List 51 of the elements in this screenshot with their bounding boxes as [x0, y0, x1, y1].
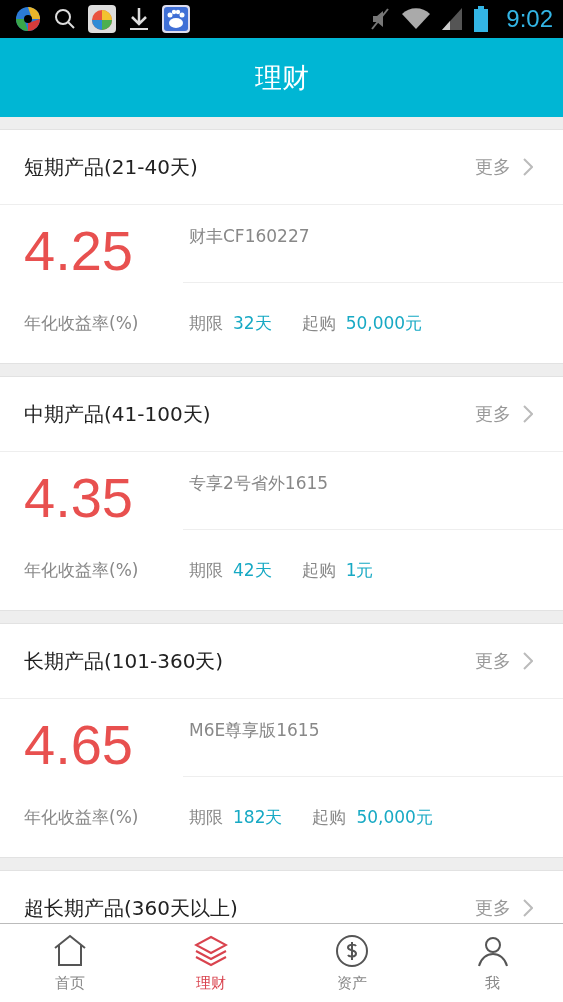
section-title: 中期产品(41-100天): [24, 400, 212, 428]
paw-icon: [162, 5, 190, 33]
minimum-label: 起购: [301, 558, 336, 582]
signal-icon: [442, 8, 463, 30]
tab-item[interactable]: 理财: [140, 924, 282, 1002]
yield-rate: 4.25: [24, 223, 134, 279]
search-icon: [54, 8, 76, 30]
yield-rate: 4.35: [24, 470, 134, 526]
app-icon: [14, 5, 42, 33]
term-label: 期限: [189, 311, 223, 335]
chevron-right-icon: [523, 652, 533, 670]
battery-icon: [474, 6, 489, 32]
section-title: 短期产品(21-40天): [24, 153, 199, 181]
more-link[interactable]: 更多: [475, 896, 533, 920]
product-name: 专享2号省外1615: [183, 452, 563, 530]
minimum-label: 起购: [301, 311, 336, 335]
tab-item[interactable]: 首页: [0, 924, 141, 1002]
section-title: 超长期产品(360天以上): [24, 894, 239, 922]
layers-icon: [194, 933, 229, 968]
app-icon: [88, 5, 116, 33]
more-link[interactable]: 更多: [475, 155, 533, 179]
section-title: 长期产品(101-360天): [24, 647, 225, 675]
download-icon: [128, 6, 150, 32]
term-value: 32天: [233, 311, 272, 335]
chevron-right-icon: [523, 158, 533, 176]
page-title: 理财: [254, 60, 309, 95]
tab-item[interactable]: 我: [422, 924, 563, 1002]
chevron-right-icon: [523, 405, 533, 423]
minimum-label: 起购: [312, 805, 347, 829]
minimum-value: 1元: [345, 558, 374, 582]
house-icon: [53, 933, 88, 968]
more-link[interactable]: 更多: [475, 402, 533, 426]
tab-item[interactable]: 资产: [281, 924, 423, 1002]
product-name: 财丰CF160227: [183, 205, 563, 283]
minimum-value: 50,000元: [345, 311, 423, 335]
yield-label: 年化收益率(%): [24, 558, 140, 582]
term-label: 期限: [189, 558, 223, 582]
mute-icon: [370, 7, 391, 31]
yield-rate: 4.65: [24, 717, 134, 773]
wifi-icon: [402, 8, 431, 30]
more-link[interactable]: 更多: [475, 649, 533, 673]
term-value: 182天: [233, 805, 283, 829]
chevron-right-icon: [523, 899, 533, 917]
minimum-value: 50,000元: [356, 805, 433, 829]
yield-label: 年化收益率(%): [24, 805, 140, 829]
term-value: 42天: [233, 558, 272, 582]
yield-label: 年化收益率(%): [24, 311, 140, 335]
clock: 9:02: [506, 5, 553, 33]
term-label: 期限: [189, 805, 223, 829]
dollar-icon: [334, 933, 369, 968]
product-name: M6E尊享版1615: [183, 699, 563, 777]
